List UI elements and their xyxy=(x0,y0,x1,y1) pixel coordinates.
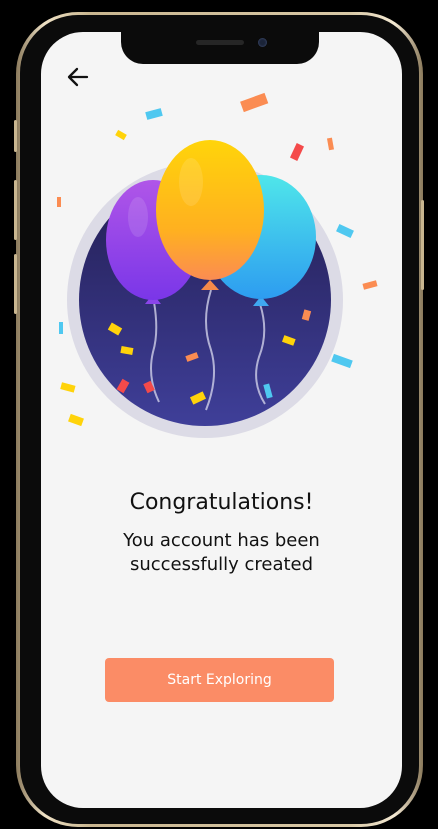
app-screen: Congratulations! You account has been su… xyxy=(41,32,402,808)
front-camera xyxy=(258,38,267,47)
balloons-celebration-icon xyxy=(57,92,378,438)
mute-switch xyxy=(14,120,17,152)
start-exploring-button[interactable]: Start Exploring xyxy=(105,658,334,702)
earpiece-speaker xyxy=(196,40,244,45)
page-title: Congratulations! xyxy=(129,490,314,515)
volume-down-button xyxy=(14,254,17,314)
power-button xyxy=(421,200,424,290)
success-message: You account has been successfully create… xyxy=(101,529,342,577)
notch xyxy=(121,30,319,64)
message-line-1: You account has been xyxy=(123,530,320,551)
message-line-2: successfully created xyxy=(129,554,314,575)
volume-up-button xyxy=(14,180,17,240)
